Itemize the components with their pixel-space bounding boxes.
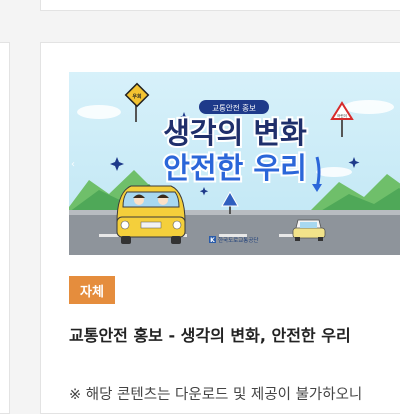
banner-tag: 교통안전 홍보: [212, 103, 256, 113]
banner-headline-line2: 안전한 우리: [163, 151, 307, 185]
yellow-car-icon: [116, 185, 186, 244]
svg-text:K: K: [210, 237, 215, 244]
post-title[interactable]: 교통안전 홍보 - 생각의 변화, 안전한 우리: [69, 322, 351, 346]
banner-headline-line1: 생각의 변화: [163, 116, 307, 150]
svg-text:우회: 우회: [132, 93, 142, 100]
svg-text:한국도로교통공단: 한국도로교통공단: [218, 236, 258, 244]
prev-slide-icon[interactable]: ‹: [71, 159, 75, 170]
notice-text: ※ 해당 콘텐츠는 다운로드 및 제공이 불가하오니: [69, 387, 363, 403]
svg-text:어린이: 어린이: [337, 113, 347, 118]
category-badge: 자체: [69, 276, 115, 304]
side-panel: [0, 42, 10, 414]
banner-image[interactable]: 우회 어린이 ‹ 교통안전 홍보 생각의 변화 안전한 우리 K 한국도로교통공…: [69, 72, 400, 255]
previous-card: [40, 0, 400, 11]
